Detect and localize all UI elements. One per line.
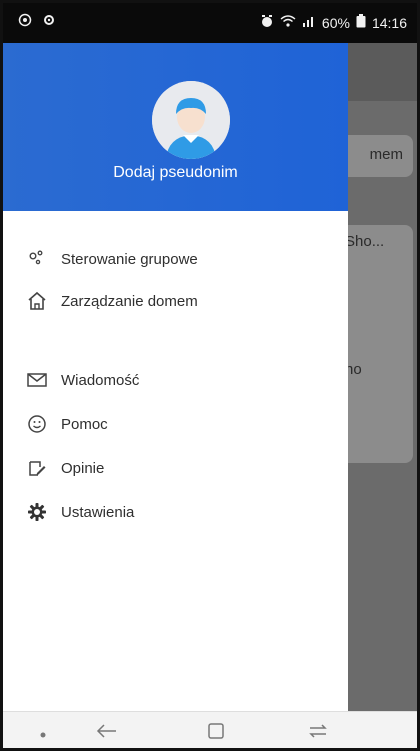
gear-icon (25, 500, 49, 524)
phone-screen: 60% 14:16 mem Sho... no Dodaj pseudonim … (0, 0, 420, 751)
system-nav-bar (3, 711, 417, 748)
smiley-help-icon (25, 412, 49, 436)
avatar[interactable] (152, 81, 230, 159)
location-icon (18, 13, 32, 30)
menu-item-messages[interactable]: Wiadomość (25, 364, 139, 396)
menu-item-home-management[interactable]: Zarządzanie domem (25, 285, 198, 317)
navigation-drawer: Dodaj pseudonim Sterowanie grupowe Zarzą… (3, 43, 348, 711)
recent-apps-icon[interactable] (305, 720, 331, 747)
menu-item-feedback[interactable]: Opinie (25, 452, 104, 484)
menu-item-label: Pomoc (61, 415, 108, 433)
home-square-icon[interactable] (205, 720, 227, 747)
menu-item-label: Wiadomość (61, 371, 140, 389)
settings-notification-icon (42, 13, 56, 30)
add-nickname-link[interactable]: Dodaj pseudonim (3, 164, 348, 182)
back-arrow-icon[interactable] (95, 720, 119, 747)
menu-item-label: Opinie (61, 459, 105, 477)
menu-item-label: Sterowanie grupowe (61, 250, 198, 268)
drawer-header: Dodaj pseudonim (3, 43, 348, 211)
menu-item-label: Zarządzanie domem (61, 292, 198, 310)
feedback-icon (25, 456, 49, 480)
menu-item-label: Ustawienia (61, 503, 135, 521)
clock: 14:16 (371, 14, 407, 31)
nav-dot-icon[interactable] (39, 726, 47, 744)
user-avatar-icon (152, 81, 230, 159)
menu-item-help[interactable]: Pomoc (25, 408, 108, 440)
mail-icon (25, 368, 49, 392)
alarm-icon (260, 14, 274, 31)
home-icon (25, 289, 49, 313)
menu-item-group-control[interactable]: Sterowanie grupowe (25, 243, 198, 275)
group-control-icon (25, 247, 49, 271)
status-bar: 60% 14:16 (3, 3, 417, 43)
menu-item-settings[interactable]: Ustawienia (25, 496, 134, 528)
battery-icon (356, 14, 366, 31)
wifi-icon (280, 14, 296, 31)
background-card: mem (338, 135, 413, 177)
signal-icon (302, 14, 316, 31)
battery-percent: 60% (321, 14, 350, 31)
